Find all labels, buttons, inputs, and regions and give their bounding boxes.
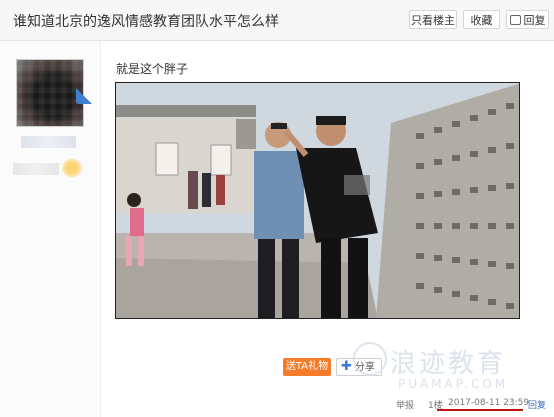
thread-header: 谁知道北京的逸风情感教育团队水平怎么样 只看楼主 收藏 回复 (0, 0, 554, 41)
reply-button[interactable]: 回复 (506, 10, 549, 29)
op-badge: 楼主 (76, 82, 98, 104)
watermark-text: 浪迹教育 (390, 349, 507, 379)
user-badge-icon (62, 159, 82, 177)
avatar[interactable] (16, 59, 84, 127)
post-timestamp: 2017-08-11 23:59 (448, 398, 530, 408)
user-level (13, 163, 59, 175)
reply-link[interactable]: 回复 (528, 398, 546, 411)
username[interactable] (21, 136, 76, 148)
watermark-url: PUAMAP.COM (398, 377, 509, 391)
watermark-logo-icon (353, 342, 387, 376)
post-text: 就是这个胖子 (116, 62, 189, 76)
send-gift-button[interactable]: 送TA礼物 (283, 358, 331, 376)
only-op-button[interactable]: 只看楼主 (409, 10, 457, 29)
report-link[interactable]: 举报 (396, 398, 414, 411)
timestamp-underline (437, 409, 523, 411)
reply-button-label: 回复 (523, 14, 546, 27)
post-image-scene (116, 83, 519, 318)
thread-title: 谁知道北京的逸风情感教育团队水平怎么样 (13, 14, 279, 30)
author-column: 楼主 (0, 41, 101, 417)
post-image[interactable] (115, 82, 520, 319)
reply-icon (509, 15, 521, 25)
share-plus-icon: ✚ (341, 359, 352, 374)
favorite-button[interactable]: 收藏 (463, 10, 500, 29)
